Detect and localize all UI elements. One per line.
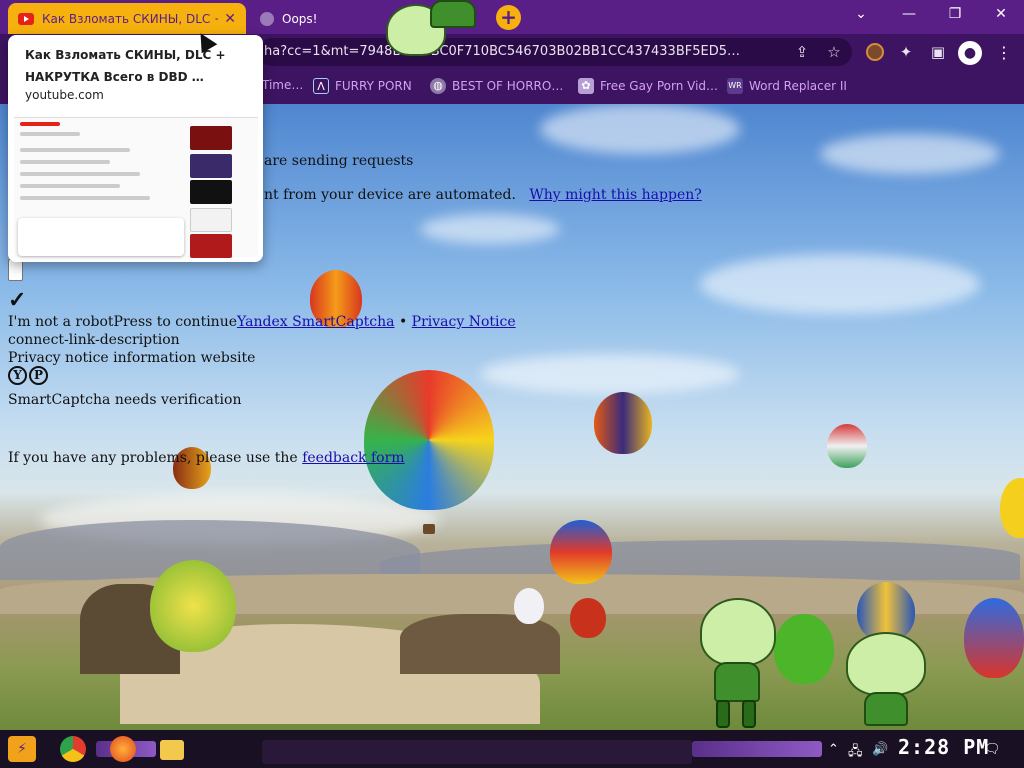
- globe-icon: [260, 11, 274, 26]
- arrow-logo-icon: Λ: [313, 78, 329, 94]
- hover-card-domain: youtube.com: [25, 88, 104, 102]
- hover-card-title: Как Взломать СКИНЫ, DLC + НАКРУТКА Всего…: [25, 48, 226, 84]
- smartcaptcha-logo-icon: Y P: [8, 366, 48, 385]
- taskbar-decoration: [692, 741, 822, 757]
- automated-text: nt from your device are automated. Why m…: [264, 187, 702, 203]
- wr-icon: WR: [727, 78, 743, 94]
- why-link[interactable]: Why might this happen?: [529, 187, 701, 203]
- verification-text: SmartCaptcha needs verification: [8, 392, 242, 408]
- tray-chevron-icon[interactable]: ⌃: [828, 742, 839, 757]
- privacy-link[interactable]: Privacy Notice: [412, 314, 516, 330]
- address-bar[interactable]: ha?cc=1&mt=7948B…BFBC0F710BC546703B02BB1…: [258, 38, 852, 66]
- tab-strip: Как Взломать СКИНЫ, DLC + Н ✕ Oops! + ⌄ …: [0, 0, 1024, 34]
- privacy-info-text: Privacy notice information website: [8, 350, 256, 366]
- youtube-icon: [18, 12, 34, 25]
- bookmark-label: Word Replacer II: [749, 79, 847, 93]
- new-tab-button[interactable]: +: [496, 5, 521, 30]
- bookmark-item[interactable]: Λ FURRY PORN: [313, 78, 412, 94]
- start-button-icon[interactable]: ⚡: [8, 736, 36, 762]
- logo-letter: Y: [8, 366, 27, 385]
- sending-requests-text: are sending requests: [264, 153, 414, 169]
- problems-line: If you have any problems, please use the…: [8, 450, 405, 466]
- restore-icon[interactable]: ❐: [932, 6, 978, 22]
- tab-search-icon[interactable]: ⌄: [838, 6, 884, 22]
- bookmark-label: Free Gay Porn Vid…: [600, 79, 719, 93]
- robot-text: I'm not a robotPress to continue: [8, 314, 237, 330]
- close-tab-icon[interactable]: ✕: [224, 11, 236, 27]
- bookmark-item[interactable]: WR Word Replacer II: [727, 78, 847, 94]
- bookmark-item[interactable]: Time…: [262, 78, 303, 92]
- globe-icon: ◍: [430, 78, 446, 94]
- hover-card-thumbnail: [14, 117, 258, 258]
- problems-text: If you have any problems, please use the: [8, 450, 298, 466]
- bookmark-star-icon[interactable]: ☆: [824, 43, 844, 61]
- bookmark-label: Time…: [262, 78, 304, 92]
- file-explorer-icon[interactable]: [160, 740, 184, 760]
- extensions-icon[interactable]: ✦: [896, 43, 916, 61]
- taskbar-clock[interactable]: 2:28 PM: [898, 735, 989, 759]
- tab-title: Как Взломать СКИНЫ, DLC + Н: [42, 11, 219, 26]
- network-icon[interactable]: 🖧: [848, 742, 863, 764]
- tab-youtube[interactable]: Как Взломать СКИНЫ, DLC + Н ✕: [8, 3, 246, 34]
- volume-icon[interactable]: 🔊: [872, 742, 888, 757]
- logo-letter: P: [29, 366, 48, 385]
- tab-hover-card: Как Взломать СКИНЫ, DLC + НАКРУТКА Всего…: [8, 35, 263, 262]
- taskbar-decoration: [262, 740, 692, 764]
- connect-description: connect-link-description: [8, 332, 180, 348]
- bookmark-item[interactable]: ◍ BEST OF HORRO…: [430, 78, 563, 94]
- bookmark-label: BEST OF HORRO…: [452, 79, 564, 93]
- firefox-icon[interactable]: [110, 736, 136, 762]
- automated-label: nt from your device are automated.: [264, 187, 516, 203]
- notifications-icon[interactable]: 🗨: [984, 742, 1001, 757]
- bookmark-label: FURRY PORN: [335, 79, 412, 93]
- app-icon: ✿: [578, 78, 594, 94]
- profile-icon[interactable]: ●: [958, 41, 982, 65]
- youtube-tv-popup: [18, 218, 184, 256]
- robot-line: I'm not a robotPress to continueYandex S…: [8, 314, 516, 330]
- bookmark-item[interactable]: ✿ Free Gay Porn Vid…: [578, 78, 718, 94]
- captcha-checkbox[interactable]: [8, 259, 23, 281]
- bullet-separator: •: [398, 314, 408, 330]
- extension-avatar-icon[interactable]: [866, 43, 884, 61]
- chrome-icon[interactable]: [60, 736, 86, 762]
- minimize-icon[interactable]: —: [886, 6, 932, 22]
- menu-icon[interactable]: ⋮: [996, 43, 1012, 62]
- share-icon[interactable]: ⇪: [792, 43, 812, 61]
- smartcaptcha-link[interactable]: Yandex SmartCaptcha: [237, 314, 395, 330]
- feedback-link[interactable]: feedback form: [302, 450, 404, 466]
- side-panel-icon[interactable]: ▣: [928, 43, 948, 61]
- close-window-icon[interactable]: ✕: [978, 6, 1024, 22]
- checkmark-icon: ✓: [8, 287, 27, 313]
